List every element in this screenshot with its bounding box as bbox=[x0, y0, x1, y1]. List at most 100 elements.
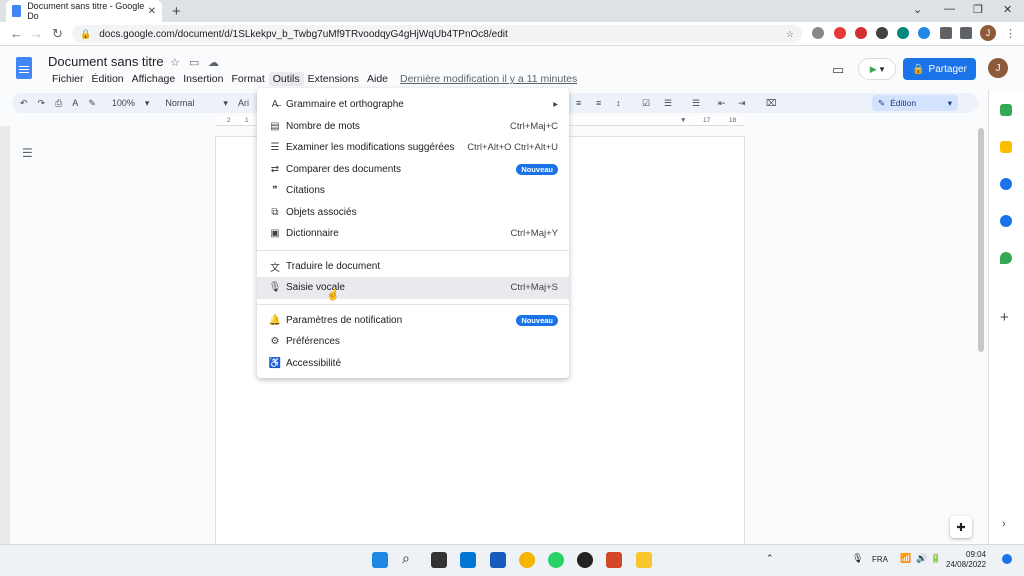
contacts-icon[interactable] bbox=[1000, 215, 1012, 227]
tab-search-icon[interactable]: ⌄ bbox=[913, 3, 922, 16]
file-explorer-icon[interactable] bbox=[636, 552, 652, 568]
vertical-scrollbar[interactable] bbox=[978, 128, 984, 352]
search-icon[interactable]: ⌕ bbox=[402, 550, 410, 567]
battery-icon[interactable]: 🔋 bbox=[930, 553, 941, 564]
tools-menu-item[interactable]: ♿ Accessibilité bbox=[257, 353, 569, 375]
wifi-icon[interactable]: 📶 bbox=[900, 553, 911, 564]
add-addon-icon[interactable]: + bbox=[1000, 309, 1009, 326]
maximize-icon[interactable]: ❐ bbox=[973, 3, 983, 16]
extension-opera-icon[interactable] bbox=[855, 27, 867, 39]
explore-button[interactable]: ✚ bbox=[950, 516, 972, 538]
menu-outils[interactable]: Outils bbox=[268, 72, 304, 86]
menu-affichage[interactable]: Affichage bbox=[128, 72, 180, 86]
address-bar[interactable]: 🔒 docs.google.com/document/d/1SLkekpv_b_… bbox=[72, 25, 802, 43]
share-button[interactable]: 🔒 Partager bbox=[903, 58, 976, 80]
bookmark-star-icon[interactable]: ☆ bbox=[786, 29, 794, 40]
extensions-puzzle-icon[interactable] bbox=[940, 27, 952, 39]
tools-menu-item[interactable]: 🎙 Saisie vocale Ctrl+Maj+S bbox=[257, 277, 569, 299]
font-select[interactable]: Ari bbox=[238, 98, 249, 108]
vertical-ruler[interactable] bbox=[0, 126, 10, 544]
keep-icon[interactable] bbox=[1000, 141, 1012, 153]
zoom-select[interactable]: 100% bbox=[112, 98, 135, 108]
whatsapp-icon[interactable] bbox=[548, 552, 564, 568]
tools-menu-item[interactable]: ▤ Nombre de mots Ctrl+Maj+C bbox=[257, 116, 569, 138]
undo-icon[interactable]: ↶ bbox=[20, 98, 28, 109]
notification-icon[interactable] bbox=[1002, 554, 1012, 564]
star-icon[interactable]: ☆ bbox=[170, 56, 180, 69]
extension-download-icon[interactable] bbox=[897, 27, 909, 39]
comment-history-icon[interactable]: ▭ bbox=[832, 62, 844, 78]
volume-icon[interactable]: 🔊 bbox=[916, 553, 927, 564]
indent-increase-icon[interactable]: ⇥ bbox=[738, 98, 746, 109]
tools-menu-item[interactable]: A̶ Grammaire et orthographe ▸ bbox=[257, 94, 569, 116]
menu-aide[interactable]: Aide bbox=[363, 72, 392, 86]
tray-chevron-up-icon[interactable]: ⌃ bbox=[766, 553, 774, 564]
document-title[interactable]: Document sans titre bbox=[48, 54, 164, 69]
extension-pen-icon[interactable] bbox=[812, 27, 824, 39]
windows-start-icon[interactable] bbox=[372, 552, 388, 568]
new-tab-icon[interactable]: + bbox=[172, 3, 181, 20]
print-icon[interactable]: ⎙ bbox=[55, 98, 62, 109]
close-tab-icon[interactable]: ✕ bbox=[148, 6, 156, 17]
indent-decrease-icon[interactable]: ⇤ bbox=[718, 98, 726, 109]
calendar-icon[interactable] bbox=[1000, 104, 1012, 116]
spellcheck-icon[interactable]: A bbox=[72, 98, 78, 108]
line-spacing-icon[interactable]: ↕ bbox=[616, 98, 621, 108]
docs-logo-icon[interactable] bbox=[16, 57, 32, 79]
document-outline-icon[interactable]: ☰ bbox=[22, 146, 33, 160]
obs-icon[interactable] bbox=[577, 552, 593, 568]
last-edit-link[interactable]: Dernière modification il y a 11 minutes bbox=[400, 72, 577, 86]
cloud-saved-icon[interactable]: ☁ bbox=[208, 56, 219, 69]
checklist-icon[interactable]: ☑ bbox=[642, 98, 650, 109]
chrome-icon[interactable] bbox=[519, 552, 535, 568]
numbered-list-icon[interactable]: ☰ bbox=[692, 98, 700, 109]
tools-menu-item[interactable]: ⇄ Comparer des documents Nouveau bbox=[257, 159, 569, 181]
editing-mode-select[interactable]: ✎ Édition ▾ bbox=[872, 95, 958, 111]
meet-button[interactable]: ▶ ▾ bbox=[858, 58, 896, 80]
reload-icon[interactable]: ↻ bbox=[52, 26, 63, 42]
minimize-icon[interactable]: — bbox=[944, 3, 955, 15]
align-right-icon[interactable]: ≡ bbox=[576, 98, 581, 108]
menu-fichier[interactable]: Fichier bbox=[48, 72, 88, 86]
side-panel-icon[interactable] bbox=[960, 27, 972, 39]
expand-panel-icon[interactable]: › bbox=[1002, 518, 1006, 530]
extension-cloud-icon[interactable] bbox=[918, 27, 930, 39]
word-icon[interactable] bbox=[490, 552, 506, 568]
extension-adblock-icon[interactable] bbox=[834, 27, 846, 39]
forward-icon[interactable]: → bbox=[30, 26, 43, 41]
tray-microphone-icon[interactable]: 🎙 bbox=[852, 553, 863, 564]
maps-icon[interactable] bbox=[1000, 252, 1012, 264]
ruler-indent-marker-icon[interactable]: ▼ bbox=[680, 117, 686, 124]
menu-edition[interactable]: Édition bbox=[88, 72, 128, 86]
tools-menu-item[interactable]: 🔔 Paramètres de notification Nouveau bbox=[257, 310, 569, 332]
browser-menu-icon[interactable]: ⋮ bbox=[1005, 27, 1016, 40]
user-avatar[interactable]: J bbox=[988, 58, 1008, 78]
paint-format-icon[interactable]: ✎ bbox=[88, 98, 96, 109]
menu-extensions[interactable]: Extensions bbox=[304, 72, 363, 86]
tools-menu-item[interactable]: ⧉ Objets associés bbox=[257, 202, 569, 224]
clock[interactable]: 09:04 24/08/2022 bbox=[946, 550, 986, 570]
tools-menu-item[interactable]: ☰ Examiner les modifications suggérées Ctr… bbox=[257, 137, 569, 159]
clear-formatting-icon[interactable]: ⌧ bbox=[766, 98, 776, 109]
extension-game-icon[interactable] bbox=[876, 27, 888, 39]
back-icon[interactable]: ← bbox=[10, 26, 23, 41]
tools-menu-item[interactable]: ⚙ Préférences bbox=[257, 331, 569, 353]
input-language[interactable]: FRA bbox=[872, 555, 888, 564]
menu-format[interactable]: Format bbox=[228, 72, 269, 86]
move-folder-icon[interactable]: ▭ bbox=[189, 56, 199, 69]
tasks-icon[interactable] bbox=[1000, 178, 1012, 190]
browser-tab[interactable]: Document sans titre - Google Do ✕ bbox=[6, 0, 162, 22]
draw-app-icon[interactable] bbox=[460, 552, 476, 568]
redo-icon[interactable]: ↷ bbox=[38, 98, 46, 109]
profile-avatar[interactable]: J bbox=[980, 25, 996, 41]
powerpoint-icon[interactable] bbox=[606, 552, 622, 568]
align-justify-icon[interactable]: ≡ bbox=[596, 98, 601, 108]
tools-menu-item[interactable]: ▣ Dictionnaire Ctrl+Maj+Y bbox=[257, 223, 569, 245]
close-window-icon[interactable]: ✕ bbox=[1003, 3, 1012, 16]
style-select[interactable]: Normal bbox=[165, 98, 213, 108]
tools-menu-item[interactable]: ❞ Citations bbox=[257, 180, 569, 202]
tools-menu-item[interactable]: 文 Traduire le document bbox=[257, 256, 569, 278]
bullet-list-icon[interactable]: ☰ bbox=[664, 98, 672, 109]
menu-insertion[interactable]: Insertion bbox=[179, 72, 227, 86]
task-view-icon[interactable] bbox=[431, 552, 447, 568]
